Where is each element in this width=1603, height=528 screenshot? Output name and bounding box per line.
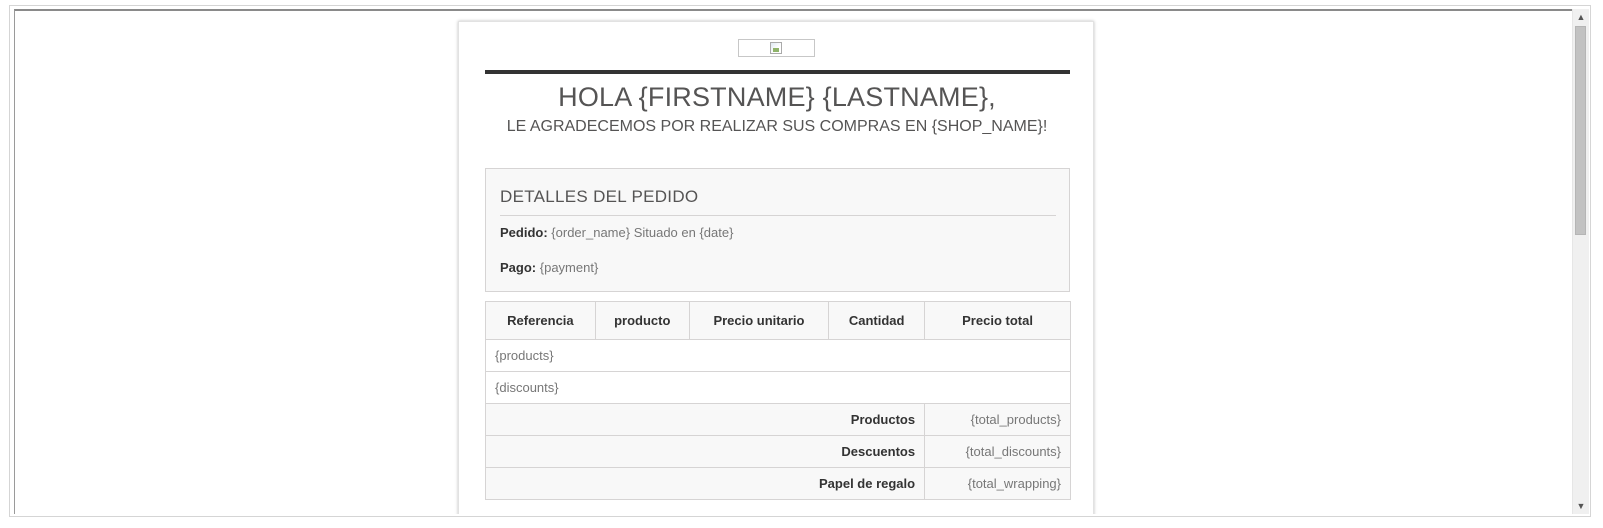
shop-logo [738,39,815,57]
order-line: Pedido: {order_name} Situado en {date} [500,225,733,240]
arrow-up-icon[interactable]: ▲ [1573,9,1589,25]
total-row-products: Productos {total_products} [484,403,1071,436]
total-value: {total_products} [924,403,1071,436]
products-placeholder: {products} [485,339,1071,372]
header-unit-price: Precio unitario [688,301,830,340]
order-details-title: DETALLES DEL PEDIDO [500,187,699,206]
header-quantity: Cantidad [828,301,926,340]
total-row-discounts: Descuentos {total_discounts} [484,435,1071,468]
arrow-down-icon[interactable]: ▼ [1573,498,1589,514]
table-header-row: Referencia producto Precio unitario Cant… [485,301,1071,340]
order-details-box: DETALLES DEL PEDIDO Pedido: {order_name}… [485,168,1070,292]
table-row: {discounts} [485,371,1071,404]
total-label: Papel de regalo [484,467,926,500]
header-divider [485,70,1070,74]
discounts-placeholder: {discounts} [485,371,1071,404]
scrollbar-thumb[interactable] [1575,26,1586,235]
table-row: {products} [485,339,1071,372]
greeting-heading: HOLA {FIRSTNAME} {LASTNAME}, [558,82,996,112]
payment-value: {payment} [539,260,599,275]
details-divider [500,215,1056,216]
header-reference: Referencia [485,301,596,340]
broken-image-icon [770,42,782,54]
order-label: Pedido: [500,225,548,240]
payment-label: Pago: [500,260,537,275]
total-row-wrapping: Papel de regalo {total_wrapping} [484,467,1071,500]
email-preview-viewport: HOLA {FIRSTNAME} {LASTNAME}, LE AGRADECE… [14,9,1572,514]
total-value: {total_discounts} [924,435,1071,468]
email-card: HOLA {FIRSTNAME} {LASTNAME}, LE AGRADECE… [458,21,1094,514]
payment-line: Pago: {payment} [500,260,598,275]
header-product: producto [594,301,690,340]
products-table: Referencia producto Precio unitario Cant… [484,301,1071,500]
vertical-scrollbar[interactable]: ▲ ▼ [1572,9,1589,514]
header-total-price: Precio total [924,301,1071,340]
total-value: {total_wrapping} [924,467,1071,500]
total-label: Descuentos [484,435,926,468]
total-label: Productos [484,403,926,436]
thanks-subheading: LE AGRADECEMOS POR REALIZAR SUS COMPRAS … [506,118,1048,135]
order-value: {order_name} Situado en {date} [551,225,734,240]
